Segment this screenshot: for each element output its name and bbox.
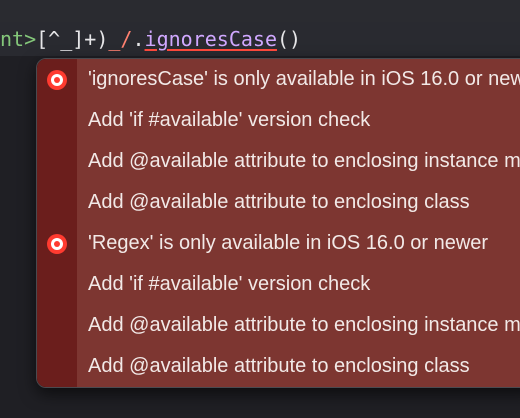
error-icon: [47, 233, 67, 254]
fix-it-label: Add @available attribute to enclosing cl…: [88, 191, 470, 213]
issue-row[interactable]: 'Regex' is only available in iOS 16.0 or…: [37, 223, 520, 264]
fix-it-label: Add @available attribute to enclosing in…: [88, 150, 520, 172]
fix-it-item[interactable]: Add 'if #available' version check: [37, 264, 520, 305]
code-token-closeparen: ): [96, 27, 109, 51]
fix-it-item[interactable]: Add @available attribute to enclosing in…: [37, 305, 520, 346]
issue-row[interactable]: 'ignoresCase' is only available in iOS 1…: [37, 59, 520, 100]
code-token-regex-end: _/: [108, 27, 133, 51]
fix-it-item[interactable]: Add @available attribute to enclosing in…: [37, 141, 520, 182]
code-line[interactable]: nt>[^_]+)_/.ignoresCase(): [0, 22, 520, 56]
code-token-method[interactable]: ignoresCase: [145, 27, 277, 51]
error-icon: [47, 69, 67, 90]
fix-it-label: Add 'if #available' version check: [88, 273, 371, 295]
code-token-prefix: nt>: [0, 27, 37, 51]
fix-it-popup: 'ignoresCase' is only available in iOS 1…: [36, 58, 520, 388]
issue-message: 'ignoresCase' is only available in iOS 1…: [88, 68, 520, 90]
issue-message: 'Regex' is only available in iOS 16.0 or…: [88, 232, 489, 254]
fix-it-label: Add @available attribute to enclosing cl…: [88, 355, 470, 377]
fix-it-item[interactable]: Add @available attribute to enclosing cl…: [37, 182, 520, 223]
fix-it-label: Add @available attribute to enclosing in…: [88, 314, 520, 336]
code-token-bracket: [^_]+: [36, 27, 97, 51]
fix-it-item[interactable]: Add 'if #available' version check: [37, 100, 520, 141]
fix-it-item[interactable]: Add @available attribute to enclosing cl…: [37, 346, 520, 387]
code-token-dot: .: [132, 27, 145, 51]
fix-it-label: Add 'if #available' version check: [88, 109, 371, 131]
editor-top-strip: [0, 0, 520, 22]
code-token-parens: (): [276, 27, 302, 51]
